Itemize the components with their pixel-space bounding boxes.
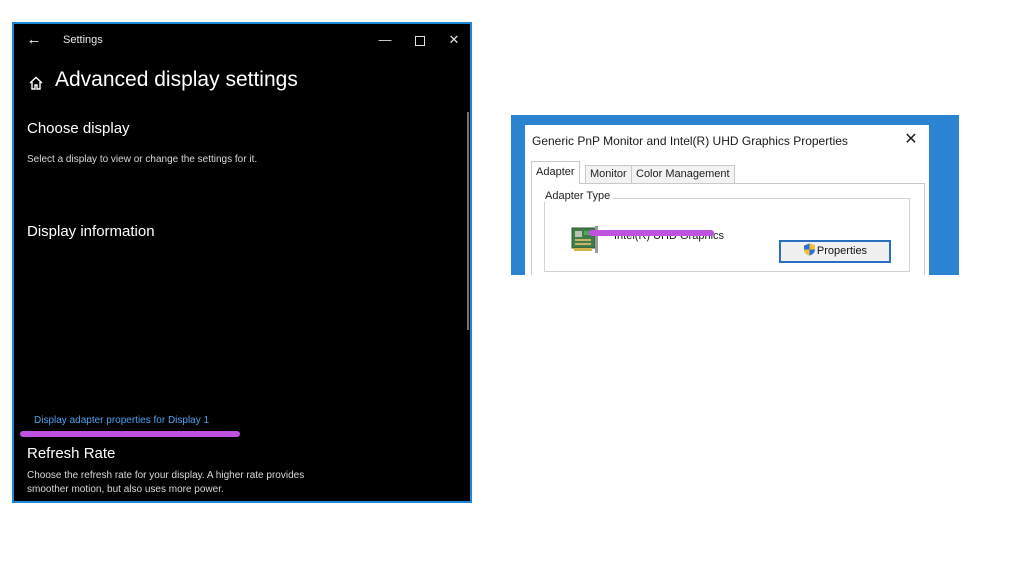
- close-icon[interactable]: ✕: [899, 129, 923, 151]
- properties-dialog: Generic PnP Monitor and Intel(R) UHD Gra…: [525, 125, 929, 275]
- refresh-rate-description: Choose the refresh rate for your display…: [27, 470, 305, 495]
- home-icon[interactable]: [28, 75, 44, 91]
- close-icon[interactable]: ✕: [439, 28, 469, 52]
- display-information-heading: Display information: [27, 223, 155, 240]
- uac-shield-icon: [803, 243, 815, 256]
- window-title: Settings: [63, 34, 103, 46]
- tab-adapter[interactable]: Adapter: [531, 161, 580, 184]
- properties-button-label: Properties: [816, 245, 868, 257]
- properties-button[interactable]: Properties: [779, 240, 891, 263]
- tab-monitor[interactable]: Monitor: [585, 165, 632, 183]
- refresh-rate-heading: Refresh Rate: [27, 445, 116, 462]
- scrollbar[interactable]: [467, 112, 469, 330]
- highlight-underline: [589, 230, 714, 236]
- back-arrow-icon[interactable]: ←: [24, 30, 44, 50]
- tab-color-management[interactable]: Color Management: [631, 165, 735, 183]
- dialog-title: Generic PnP Monitor and Intel(R) UHD Gra…: [532, 134, 848, 148]
- properties-dialog-frame: Generic PnP Monitor and Intel(R) UHD Gra…: [511, 115, 959, 275]
- title-bar: ← Settings — ✕: [14, 24, 470, 56]
- minimize-icon[interactable]: —: [370, 28, 400, 52]
- adapter-type-label: Adapter Type: [542, 190, 614, 202]
- page-title: Advanced display settings: [55, 68, 298, 91]
- choose-display-description: Select a display to view or change the s…: [27, 154, 258, 165]
- choose-display-heading: Choose display: [27, 120, 130, 137]
- display-adapter-properties-link[interactable]: Display adapter properties for Display 1: [34, 415, 209, 426]
- maximize-icon[interactable]: [405, 28, 435, 52]
- settings-window: ← Settings — ✕ Advanced display settings…: [12, 22, 472, 503]
- highlight-underline: [20, 431, 240, 437]
